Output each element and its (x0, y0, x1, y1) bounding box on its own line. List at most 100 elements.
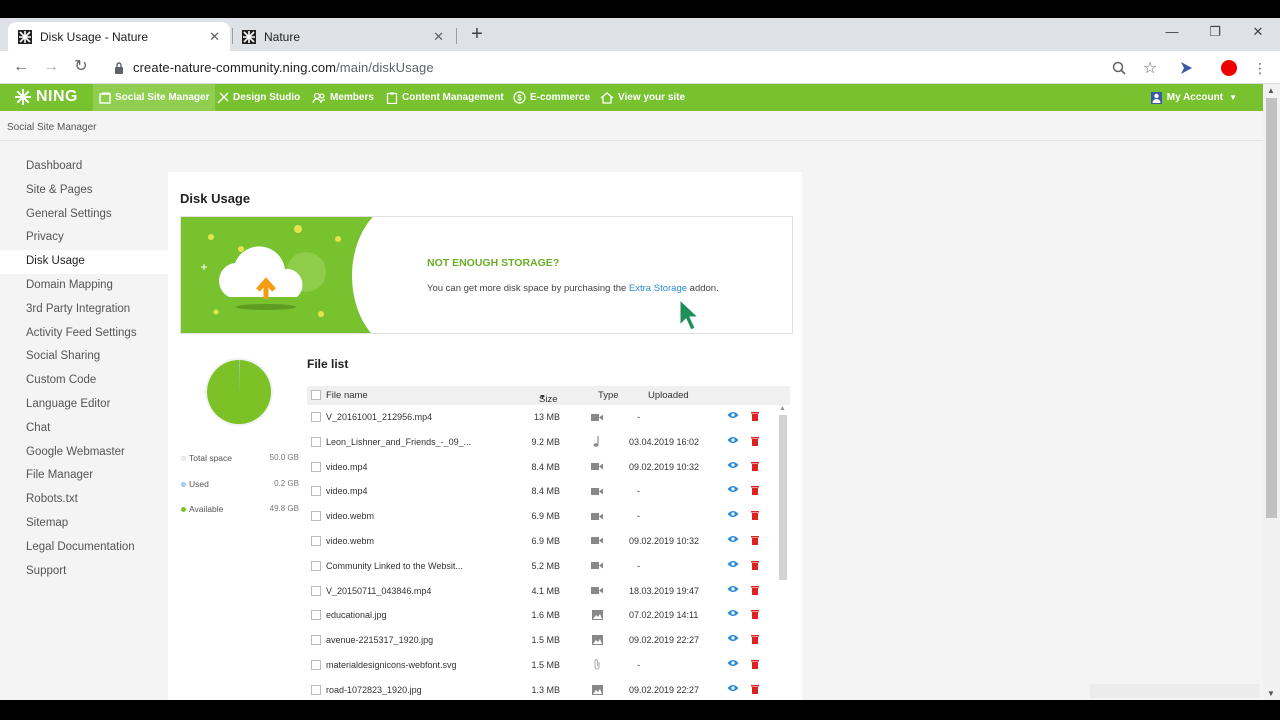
sidebar-item-legal-documentation[interactable]: Legal Documentation (0, 536, 168, 560)
page-scroll-thumb[interactable] (1266, 98, 1277, 518)
row-checkbox[interactable] (311, 511, 321, 522)
nav-view-your-site[interactable]: View your site (594, 84, 691, 111)
view-eye-icon[interactable] (727, 684, 739, 694)
ning-logo[interactable]: NING (14, 88, 78, 106)
view-eye-icon[interactable] (727, 609, 739, 619)
delete-trash-icon[interactable] (751, 609, 759, 621)
select-all-checkbox[interactable] (311, 390, 321, 400)
delete-trash-icon[interactable] (751, 510, 759, 522)
table-scroll-thumb[interactable] (779, 415, 787, 580)
table-row[interactable]: road-1072823_1920.jpg 1.3 MB 09.02.2019 22… (307, 678, 790, 700)
delete-trash-icon[interactable] (751, 659, 759, 671)
row-checkbox[interactable] (311, 635, 321, 646)
table-scrollbar[interactable]: ▲ (777, 405, 789, 700)
sidebar-item-custom-code[interactable]: Custom Code (0, 369, 168, 393)
sidebar-item-social-sharing[interactable]: Social Sharing (0, 345, 168, 369)
bookmark-star-icon[interactable]: ☆ (1141, 59, 1159, 77)
tab-close-icon[interactable]: ✕ (209, 29, 220, 45)
sidebar-item-robots-txt[interactable]: Robots.txt (0, 488, 168, 512)
col-file-name[interactable]: File name (326, 390, 368, 401)
sidebar-item-3rd-party-integration[interactable]: 3rd Party Integration (0, 298, 168, 322)
view-eye-icon[interactable] (727, 510, 739, 520)
page-scrollbar[interactable]: ▲ ▼ (1263, 84, 1280, 700)
table-row[interactable]: video.webm 6.9 MB 09.02.2019 10:32 (307, 529, 790, 554)
view-eye-icon[interactable] (727, 461, 739, 471)
col-uploaded[interactable]: Uploaded (648, 390, 689, 401)
view-eye-icon[interactable] (727, 659, 739, 669)
row-checkbox[interactable] (311, 412, 321, 422)
address-bar[interactable]: create-nature-community.ning.com/main/di… (133, 60, 434, 75)
row-checkbox[interactable] (311, 461, 321, 472)
view-eye-icon[interactable] (727, 585, 739, 595)
delete-trash-icon[interactable] (751, 436, 759, 448)
extension-send-icon[interactable] (1177, 59, 1195, 77)
table-row[interactable]: video.mp4 8.4 MB - (307, 479, 790, 504)
scroll-down-icon[interactable]: ▼ (1267, 689, 1275, 698)
close-window-icon[interactable]: ✕ (1248, 24, 1268, 40)
col-type[interactable]: Type (598, 390, 619, 401)
table-row[interactable]: V_20161001_212956.mp4 13 MB - (307, 405, 790, 430)
menu-kebab-icon[interactable]: ⋮ (1251, 59, 1269, 77)
sidebar-item-language-editor[interactable]: Language Editor (0, 393, 168, 417)
minimize-icon[interactable]: — (1162, 24, 1182, 39)
back-icon[interactable]: ← (11, 57, 31, 77)
view-eye-icon[interactable] (727, 485, 739, 495)
delete-trash-icon[interactable] (751, 461, 759, 473)
table-row[interactable]: V_20150711_043846.mp4 4.1 MB 18.03.2019 19… (307, 579, 790, 604)
scroll-up-icon[interactable]: ▲ (1267, 86, 1275, 95)
sidebar-item-google-webmaster[interactable]: Google Webmaster (0, 441, 168, 465)
row-checkbox[interactable] (311, 659, 321, 670)
row-checkbox[interactable] (311, 684, 321, 695)
table-row[interactable]: video.webm 6.9 MB - (307, 504, 790, 529)
zoom-icon[interactable] (1110, 59, 1128, 77)
view-eye-icon[interactable] (727, 634, 739, 644)
scroll-up-icon[interactable]: ▲ (779, 405, 786, 412)
delete-trash-icon[interactable] (751, 535, 759, 547)
tab-disk-usage[interactable]: Disk Usage - Nature ✕ (8, 22, 230, 51)
delete-trash-icon[interactable] (751, 634, 759, 646)
restore-icon[interactable]: ❐ (1205, 24, 1225, 40)
lock-icon[interactable] (114, 61, 124, 79)
sidebar-item-site-pages[interactable]: Site & Pages (0, 179, 168, 203)
sidebar-item-support[interactable]: Support (0, 560, 168, 584)
forward-icon[interactable]: → (41, 57, 61, 77)
delete-trash-icon[interactable] (751, 411, 759, 423)
sidebar-item-general-settings[interactable]: General Settings (0, 203, 168, 227)
delete-trash-icon[interactable] (751, 684, 759, 696)
sidebar-item-chat[interactable]: Chat (0, 417, 168, 441)
breadcrumb[interactable]: Social Site Manager (7, 122, 97, 133)
row-checkbox[interactable] (311, 486, 321, 497)
view-eye-icon[interactable] (727, 411, 739, 421)
nav-social-site-manager[interactable]: Social Site Manager (93, 84, 216, 111)
delete-trash-icon[interactable] (751, 485, 759, 497)
row-checkbox[interactable] (311, 610, 321, 621)
row-checkbox[interactable] (311, 436, 321, 447)
tab-close-icon[interactable]: ✕ (433, 29, 444, 45)
extra-storage-link[interactable]: Extra Storage (629, 283, 687, 294)
sidebar-item-file-manager[interactable]: File Manager (0, 464, 168, 488)
reload-icon[interactable]: ↻ (71, 57, 91, 77)
table-row[interactable]: Leon_Lishner_and_Friends_-_09_... 9.2 MB 0… (307, 430, 790, 455)
sidebar-item-disk-usage[interactable]: Disk Usage (0, 250, 168, 274)
nav-members[interactable]: Members (306, 84, 380, 111)
sidebar-item-domain-mapping[interactable]: Domain Mapping (0, 274, 168, 298)
my-account-menu[interactable]: My Account ▼ (1150, 84, 1237, 111)
sidebar-item-privacy[interactable]: Privacy (0, 226, 168, 250)
table-row[interactable]: Community Linked to the Websit... 5.2 MB - (307, 554, 790, 579)
delete-trash-icon[interactable] (751, 585, 759, 597)
nav-e-commerce[interactable]: $ E-commerce (507, 84, 596, 111)
sidebar-item-dashboard[interactable]: Dashboard (0, 155, 168, 179)
tab-nature[interactable]: Nature ✕ (232, 22, 454, 51)
row-checkbox[interactable] (311, 585, 321, 596)
view-eye-icon[interactable] (727, 436, 739, 446)
sidebar-item-activity-feed-settings[interactable]: Activity Feed Settings (0, 322, 168, 346)
row-checkbox[interactable] (311, 535, 321, 546)
table-row[interactable]: video.mp4 8.4 MB 09.02.2019 10:32 (307, 455, 790, 480)
nav-design-studio[interactable]: Design Studio (211, 84, 306, 111)
table-row[interactable]: materialdesignicons-webfont.svg 1.5 MB - (307, 653, 790, 678)
new-tab-icon[interactable]: + (467, 24, 487, 44)
table-row[interactable]: educational.jpg 1.6 MB 07.02.2019 14:11 (307, 603, 790, 628)
row-checkbox[interactable] (311, 560, 321, 571)
sidebar-item-sitemap[interactable]: Sitemap (0, 512, 168, 536)
record-icon[interactable] (1220, 59, 1238, 77)
